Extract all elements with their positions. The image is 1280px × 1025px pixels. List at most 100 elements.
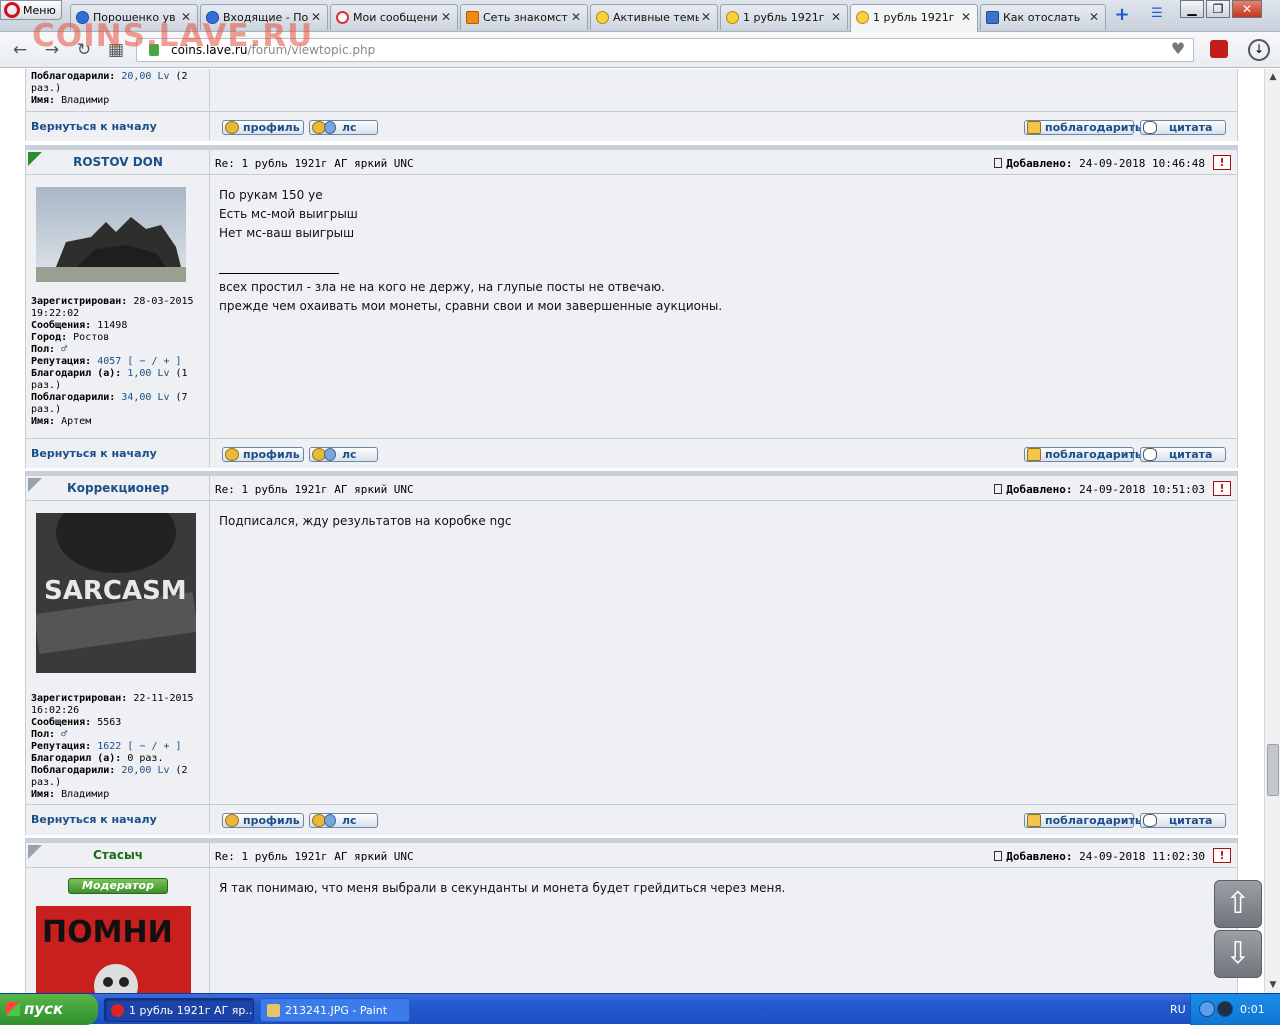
post-author[interactable]: ROSTOV DON	[26, 155, 210, 169]
post-subject[interactable]: Re: 1 рубль 1921г АГ яркий UNC	[215, 157, 414, 170]
signature-divider	[219, 273, 339, 274]
tab-label: 1 рубль 1921г	[873, 11, 955, 24]
post-header: ROSTOV DON Re: 1 рубль 1921г АГ яркий UN…	[26, 145, 1237, 175]
taskbar-item-paint[interactable]: 213241.JPG - Paint	[260, 998, 410, 1022]
back-to-top-link[interactable]: Вернуться к началу	[31, 813, 157, 826]
tab-label: Мои сообщени	[353, 11, 438, 24]
post-date: Добавлено: 24-09-2018 10:46:48	[994, 157, 1205, 170]
scroll-down-icon[interactable]: ▼	[1265, 977, 1280, 993]
maximize-button[interactable]: ❐	[1206, 0, 1230, 18]
profile-button[interactable]: профиль	[222, 447, 304, 462]
moderator-badge: Модератор	[68, 878, 168, 894]
post-text-line: Нет мс-ваш выигрыш	[219, 226, 355, 240]
male-icon: ♂	[61, 344, 68, 355]
ublock-extension-icon[interactable]	[1210, 40, 1228, 58]
close-tab-icon[interactable]: ✕	[701, 10, 711, 24]
quote-button[interactable]: цитата	[1140, 813, 1226, 828]
browser-menu-button[interactable]: Меню	[0, 0, 62, 20]
post-author[interactable]: Стасыч	[26, 848, 210, 862]
profile-button[interactable]: профиль	[222, 813, 304, 828]
users-icon-2	[324, 121, 336, 134]
taskbar-item-label: 1 рубль 1921г АГ яр...	[129, 1004, 254, 1017]
thank-button[interactable]: поблагодарить	[1024, 120, 1142, 135]
users-icon-2	[324, 448, 336, 461]
author-profile: SARCASM Зарегистрирован: 22-11-2015 16:0…	[26, 501, 210, 804]
post-author[interactable]: Коррекционер	[26, 481, 210, 495]
previous-post-profile: Поблагодарили: 20,00 Lv (2 раз.) Имя: Вл…	[26, 69, 210, 111]
start-button[interactable]: пуск	[0, 994, 98, 1025]
avatar	[36, 187, 186, 282]
author-info: Зарегистрирован: 22-11-2015 16:02:26 Соо…	[31, 693, 194, 800]
tab-ruble-1[interactable]: 1 рубль 1921г ✕	[720, 4, 848, 30]
scroll-bottom-arrow-icon[interactable]: ⇩	[1214, 930, 1262, 978]
clock: 0:01	[1240, 1003, 1265, 1016]
speech-bubble-icon	[1143, 448, 1157, 461]
windows-logo-icon	[6, 1002, 20, 1016]
avatar: SARCASM	[36, 513, 196, 673]
post-subject[interactable]: Re: 1 рубль 1921г АГ яркий UNC	[215, 850, 414, 863]
post-body: Я так понимаю, что меня выбрали в секунд…	[219, 879, 785, 898]
tab-messages[interactable]: Мои сообщени ✕	[330, 4, 458, 30]
expand-tray-icon[interactable]	[1199, 1001, 1215, 1017]
tab-active-topics[interactable]: Активные темы ✕	[590, 4, 718, 30]
paint-icon	[267, 1004, 280, 1017]
tab-how-to-send[interactable]: Как отослать ✕	[980, 4, 1106, 30]
post-body: По рукам 150 уе Есть мс-мой выигрыш Нет …	[219, 186, 722, 316]
close-tab-icon[interactable]: ✕	[961, 10, 971, 24]
report-icon[interactable]: !	[1213, 481, 1231, 496]
close-tab-icon[interactable]: ✕	[1089, 10, 1099, 24]
reputation-control[interactable]: [ − / + ]	[127, 356, 181, 367]
post-link-icon[interactable]	[994, 158, 1003, 168]
post-link-icon[interactable]	[994, 851, 1003, 861]
page-scrollbar[interactable]: ▲ ▼	[1264, 69, 1280, 993]
post-subject[interactable]: Re: 1 рубль 1921г АГ яркий UNC	[215, 483, 414, 496]
user-icon	[225, 121, 239, 134]
minimize-button[interactable]: ▁	[1180, 0, 1204, 18]
thank-button[interactable]: поблагодарить	[1024, 447, 1142, 462]
back-icon[interactable]: ←	[10, 40, 30, 60]
close-tab-icon[interactable]: ✕	[441, 10, 451, 24]
scroll-up-icon[interactable]: ▲	[1265, 69, 1280, 85]
profile-button[interactable]: профиль	[222, 120, 304, 135]
language-indicator[interactable]: RU	[1170, 1003, 1186, 1016]
close-tab-icon[interactable]: ✕	[571, 10, 581, 24]
window-close-button[interactable]: ✕	[1232, 0, 1262, 18]
bookmark-heart-icon[interactable]: ♥	[1166, 39, 1190, 59]
back-to-top-link[interactable]: Вернуться к началу	[31, 120, 157, 133]
post-footer: Вернуться к началу профиль лс поблагодар…	[26, 111, 1237, 140]
tab-label: Активные темы	[613, 11, 699, 24]
report-icon[interactable]: !	[1213, 155, 1231, 170]
quote-button[interactable]: цитата	[1140, 447, 1226, 462]
scroll-top-arrow-icon[interactable]: ⇧	[1214, 880, 1262, 928]
steam-icon[interactable]	[1217, 1001, 1233, 1017]
new-tab-button[interactable]: +	[1110, 6, 1134, 26]
post-rostov-don: ROSTOV DON Re: 1 рубль 1921г АГ яркий UN…	[25, 145, 1238, 468]
male-icon: ♂	[61, 729, 68, 740]
pm-button[interactable]: лс	[309, 447, 378, 462]
author-info: Зарегистрирован: 28-03-2015 19:22:02 Соо…	[31, 296, 194, 427]
back-to-top-link[interactable]: Вернуться к началу	[31, 447, 157, 460]
thank-button[interactable]: поблагодарить	[1024, 813, 1142, 828]
close-tab-icon[interactable]: ✕	[831, 10, 841, 24]
post-stasych: Стасыч Re: 1 рубль 1921г АГ яркий UNC До…	[25, 838, 1238, 993]
user-icon	[225, 814, 239, 827]
post-footer: Вернуться к началу профиль лс поблагодар…	[26, 804, 1237, 833]
tab-label: Как отослать	[1003, 11, 1081, 24]
gender-icon	[336, 11, 349, 24]
download-icon[interactable]: ↓	[1248, 39, 1270, 61]
reputation-control[interactable]: [ − / + ]	[127, 741, 181, 752]
tab-label: 1 рубль 1921г	[743, 11, 825, 24]
quote-button[interactable]: цитата	[1140, 120, 1226, 135]
tab-ruble-2-active[interactable]: 1 рубль 1921г ✕	[850, 4, 978, 32]
taskbar-item-opera[interactable]: 1 рубль 1921г АГ яр...	[104, 998, 254, 1022]
speech-bubble-icon	[1143, 814, 1157, 827]
post-header: Стасыч Re: 1 рубль 1921г АГ яркий UNC До…	[26, 838, 1237, 868]
avatar-text: SARCASM	[44, 576, 187, 606]
pm-button[interactable]: лс	[309, 120, 378, 135]
scroll-thumb[interactable]	[1267, 744, 1279, 796]
tab-menu-icon[interactable]: ☰	[1146, 6, 1168, 26]
pm-button[interactable]: лс	[309, 813, 378, 828]
post-link-icon[interactable]	[994, 484, 1003, 494]
tab-dating[interactable]: Сеть знакомст ✕	[460, 4, 588, 30]
report-icon[interactable]: !	[1213, 848, 1231, 863]
